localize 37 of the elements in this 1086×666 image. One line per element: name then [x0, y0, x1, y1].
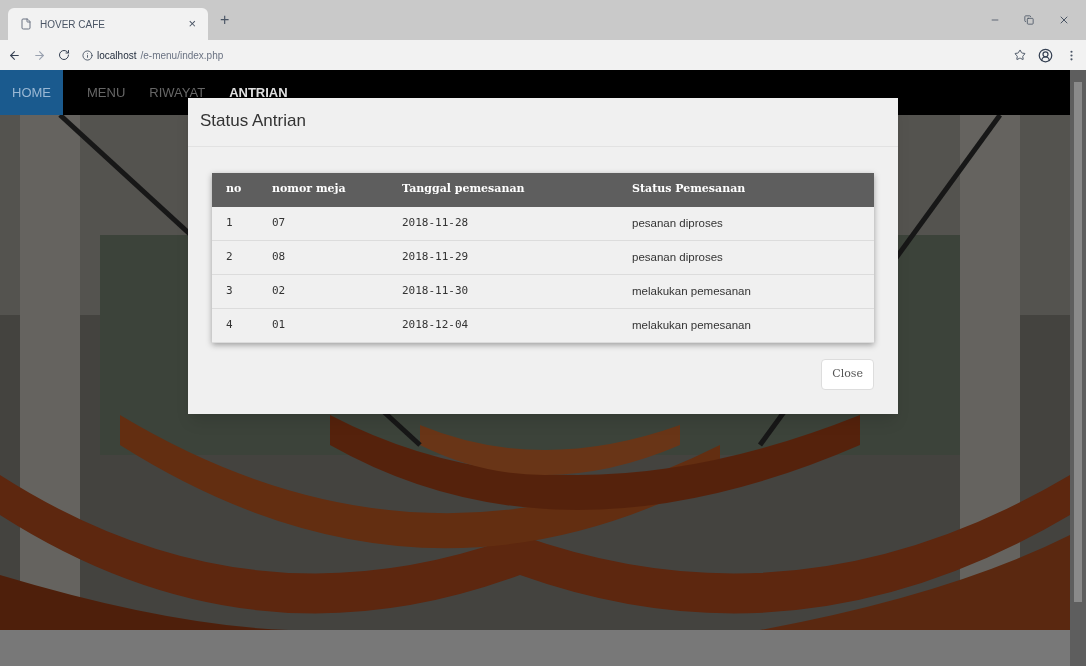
back-icon[interactable] [8, 48, 21, 62]
bookmark-star-icon[interactable] [1014, 49, 1026, 61]
forward-icon[interactable] [33, 48, 46, 62]
column-header: no [212, 172, 258, 207]
table-cell: 2 [212, 240, 258, 275]
table-cell: 4 [212, 308, 258, 343]
table-cell: pesanan diproses [618, 206, 874, 241]
nav-link[interactable]: MENU [75, 70, 138, 115]
page-icon [20, 18, 32, 30]
browser-tab[interactable]: HOVER CAFE × [8, 8, 208, 40]
table-cell: pesanan diproses [618, 240, 874, 275]
column-header: Status Pemesanan [618, 172, 874, 207]
table-cell: melakukan pemesanan [618, 308, 874, 343]
table-cell: 2018-12-04 [388, 308, 618, 343]
table-cell: 2018-11-28 [388, 206, 618, 241]
close-tab-button[interactable]: × [188, 14, 196, 34]
column-header: nomor meja [258, 172, 388, 207]
tab-title: HOVER CAFE [40, 17, 106, 32]
info-icon [82, 49, 93, 61]
table-cell: 2018-11-30 [388, 274, 618, 309]
reload-icon[interactable] [58, 49, 70, 61]
column-header: Tanggal pemesanan [388, 172, 618, 207]
table-cell: 2018-11-29 [388, 240, 618, 275]
restore-icon[interactable] [1024, 15, 1034, 25]
profile-icon[interactable] [1038, 47, 1053, 63]
table-cell: 1 [212, 206, 258, 241]
table-cell: 07 [258, 206, 388, 241]
table-cell: 3 [212, 274, 258, 309]
close-button[interactable]: Close [821, 359, 874, 390]
new-tab-button[interactable]: + [220, 8, 230, 32]
table-cell: melakukan pemesanan [618, 274, 874, 309]
close-icon[interactable] [1058, 14, 1070, 26]
table-cell: 08 [258, 240, 388, 275]
table-cell: 02 [258, 274, 388, 309]
nav-link[interactable]: HOME [0, 70, 63, 115]
address-field[interactable]: localhost /e-menu/index.php [82, 47, 1002, 63]
table-cell: 01 [258, 308, 388, 343]
